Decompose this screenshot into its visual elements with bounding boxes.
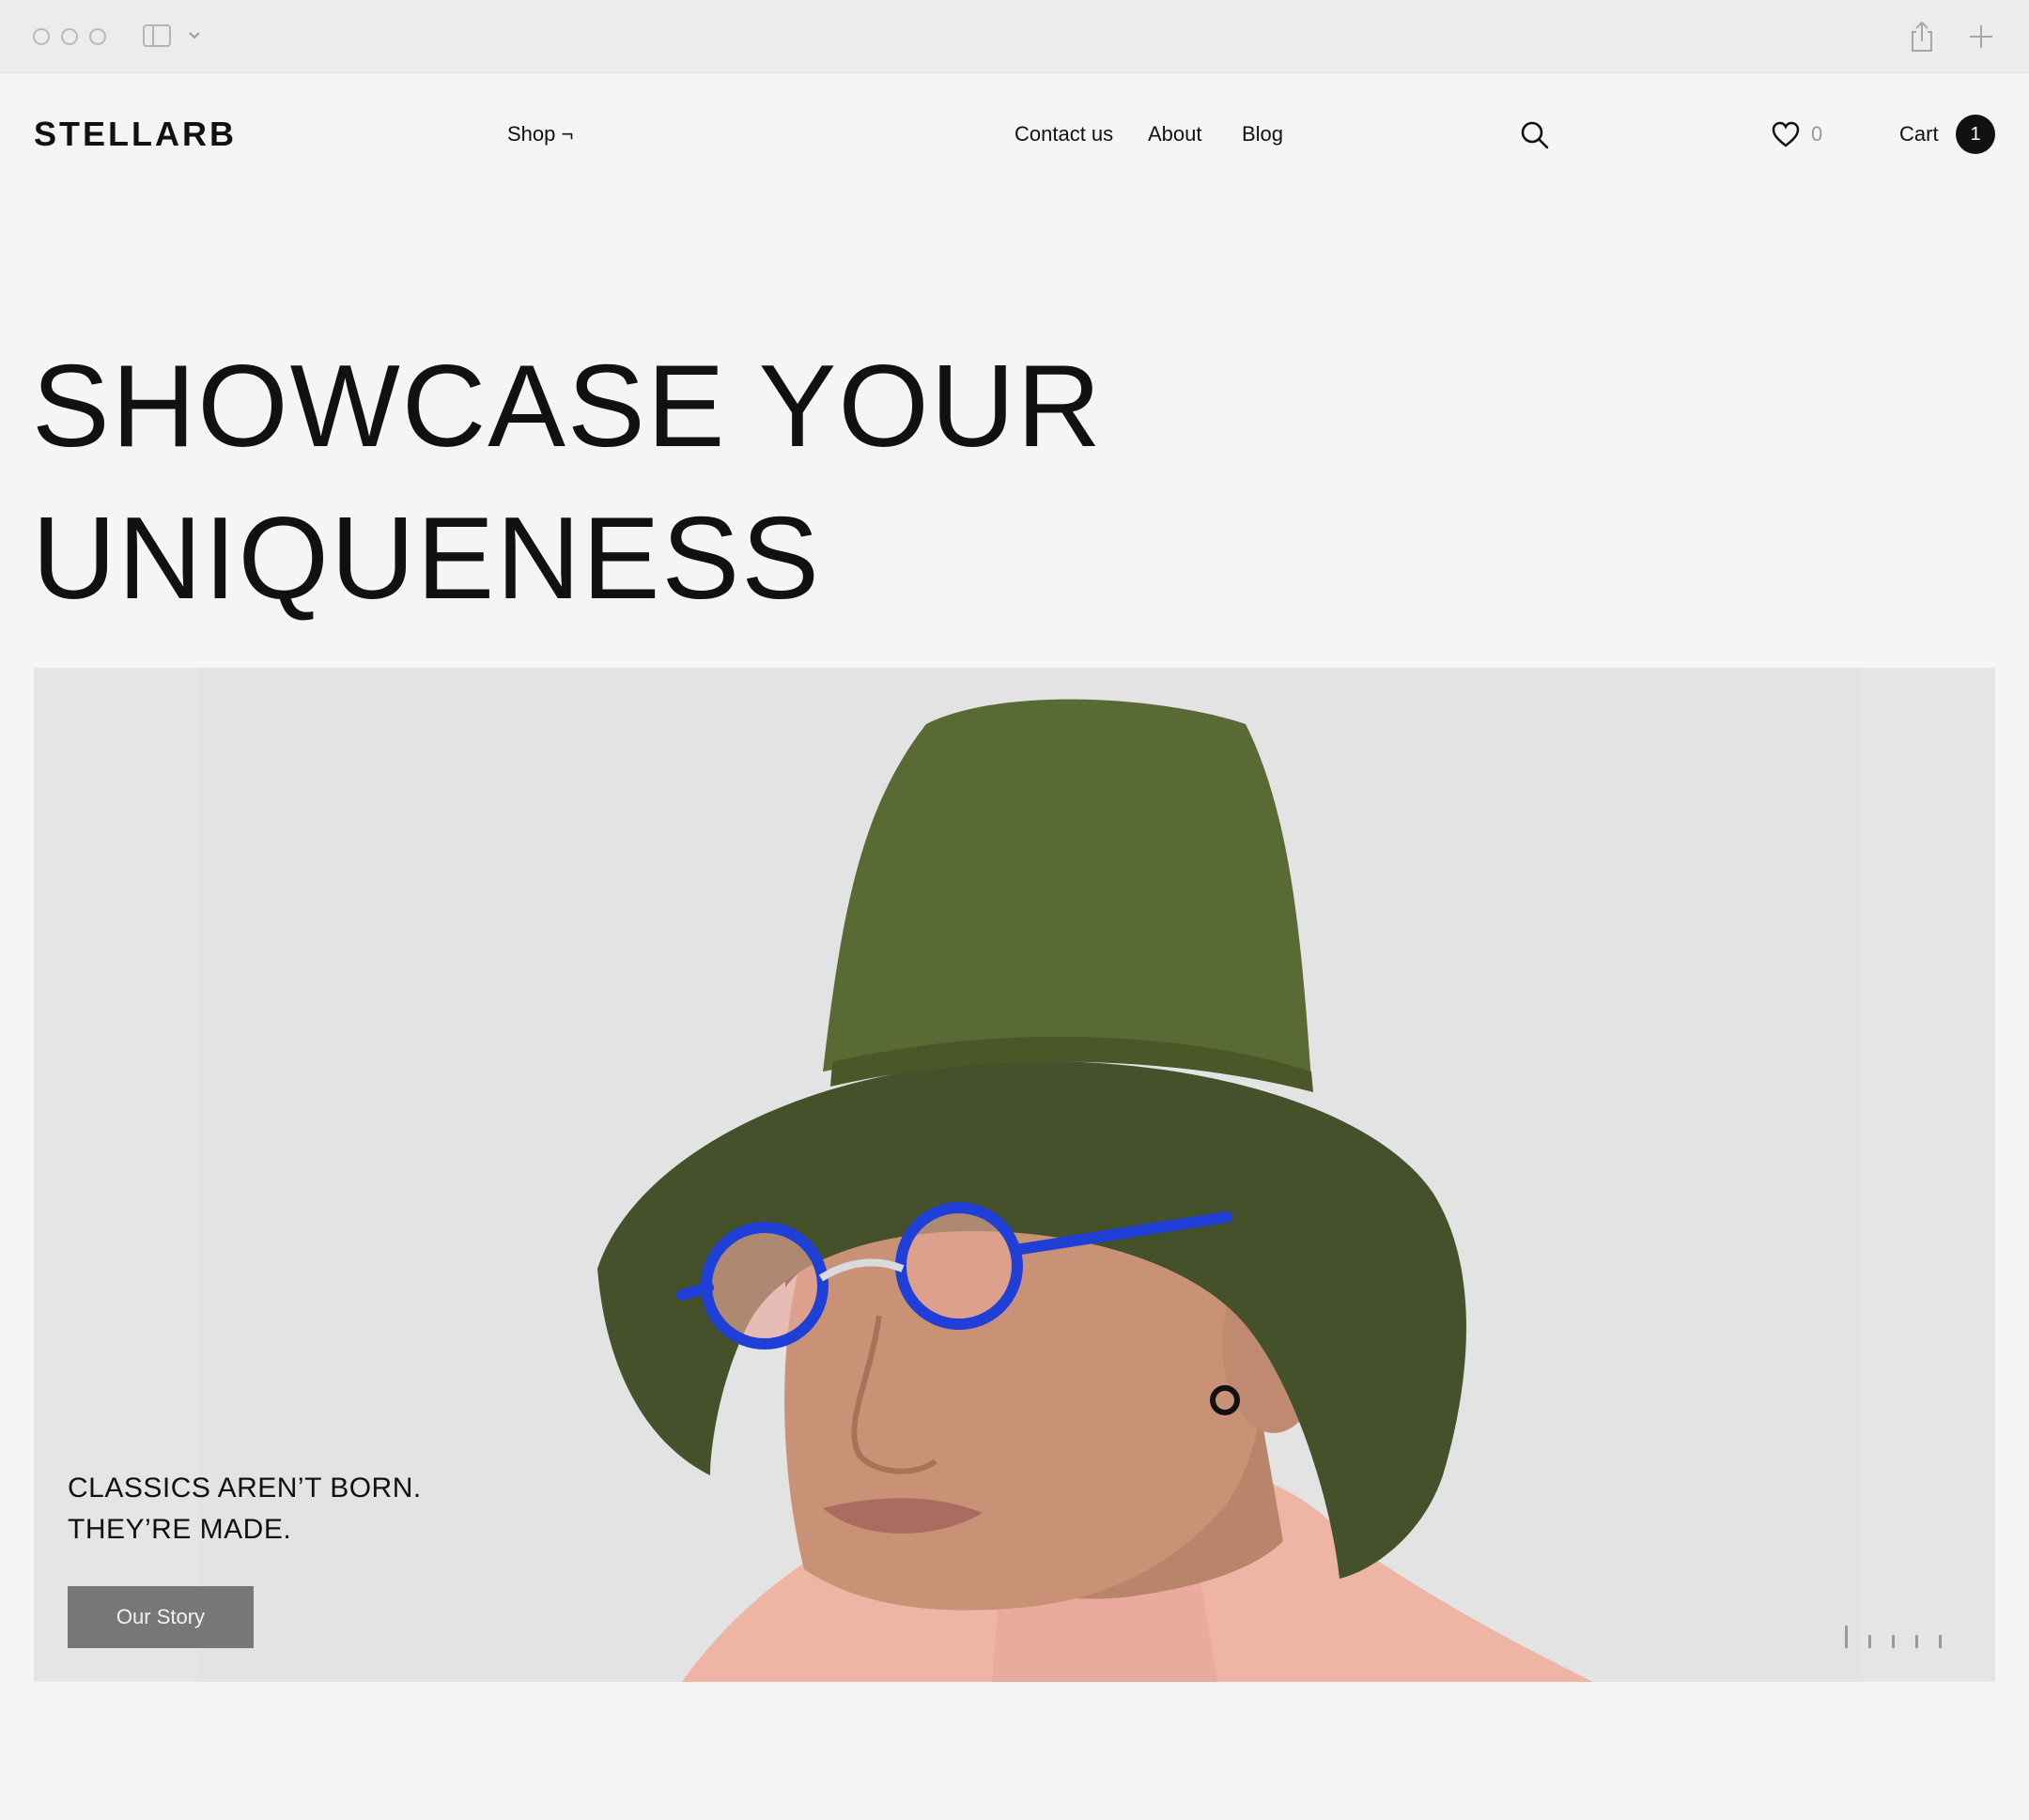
slider-dot-4[interactable] <box>1915 1635 1918 1648</box>
window-controls <box>33 28 106 45</box>
share-icon[interactable] <box>1907 21 1937 53</box>
nav-contact-us[interactable]: Contact us <box>1014 122 1113 147</box>
wishlist-count: 0 <box>1811 122 1823 146</box>
nav-shop[interactable]: Shop ¬ <box>507 122 573 147</box>
sidebar-icon[interactable] <box>143 24 171 47</box>
slider-dot-1[interactable] <box>1845 1626 1848 1648</box>
slider-dot-3[interactable] <box>1892 1635 1895 1648</box>
zoom-window-dot-icon[interactable] <box>89 28 106 45</box>
chevron-down-icon[interactable] <box>186 26 203 43</box>
minimize-window-dot-icon[interactable] <box>61 28 78 45</box>
close-window-dot-icon[interactable] <box>33 28 50 45</box>
nav-blog[interactable]: Blog <box>1242 122 1283 147</box>
site-logo[interactable]: STELLARB <box>34 115 237 154</box>
banner-tagline: CLASSICS AREN’T BORN. THEY’RE MADE. <box>68 1468 422 1550</box>
banner-tagline-line-1: CLASSICS AREN’T BORN. <box>68 1473 422 1504</box>
cart-link[interactable]: Cart <box>1899 122 1939 147</box>
heart-icon[interactable] <box>1772 121 1800 147</box>
slider-dot-2[interactable] <box>1868 1635 1871 1648</box>
hero-headline-line-1: SHOWCASE YOUR UNIQUENESS <box>32 342 1103 624</box>
banner-tagline-line-2: THEY’RE MADE. <box>68 1514 292 1545</box>
our-story-button[interactable]: Our Story <box>68 1586 254 1648</box>
cart-count-badge[interactable]: 1 <box>1956 115 1995 154</box>
slider-pagination <box>1845 1622 1942 1648</box>
nav-about[interactable]: About <box>1148 122 1202 147</box>
hero-banner: CLASSICS AREN’T BORN. THEY’RE MADE. Our … <box>34 668 1995 1682</box>
slider-dot-5[interactable] <box>1939 1635 1942 1648</box>
browser-toolbar <box>0 0 2029 73</box>
new-tab-icon[interactable] <box>1967 23 1995 51</box>
search-icon[interactable] <box>1520 120 1550 150</box>
